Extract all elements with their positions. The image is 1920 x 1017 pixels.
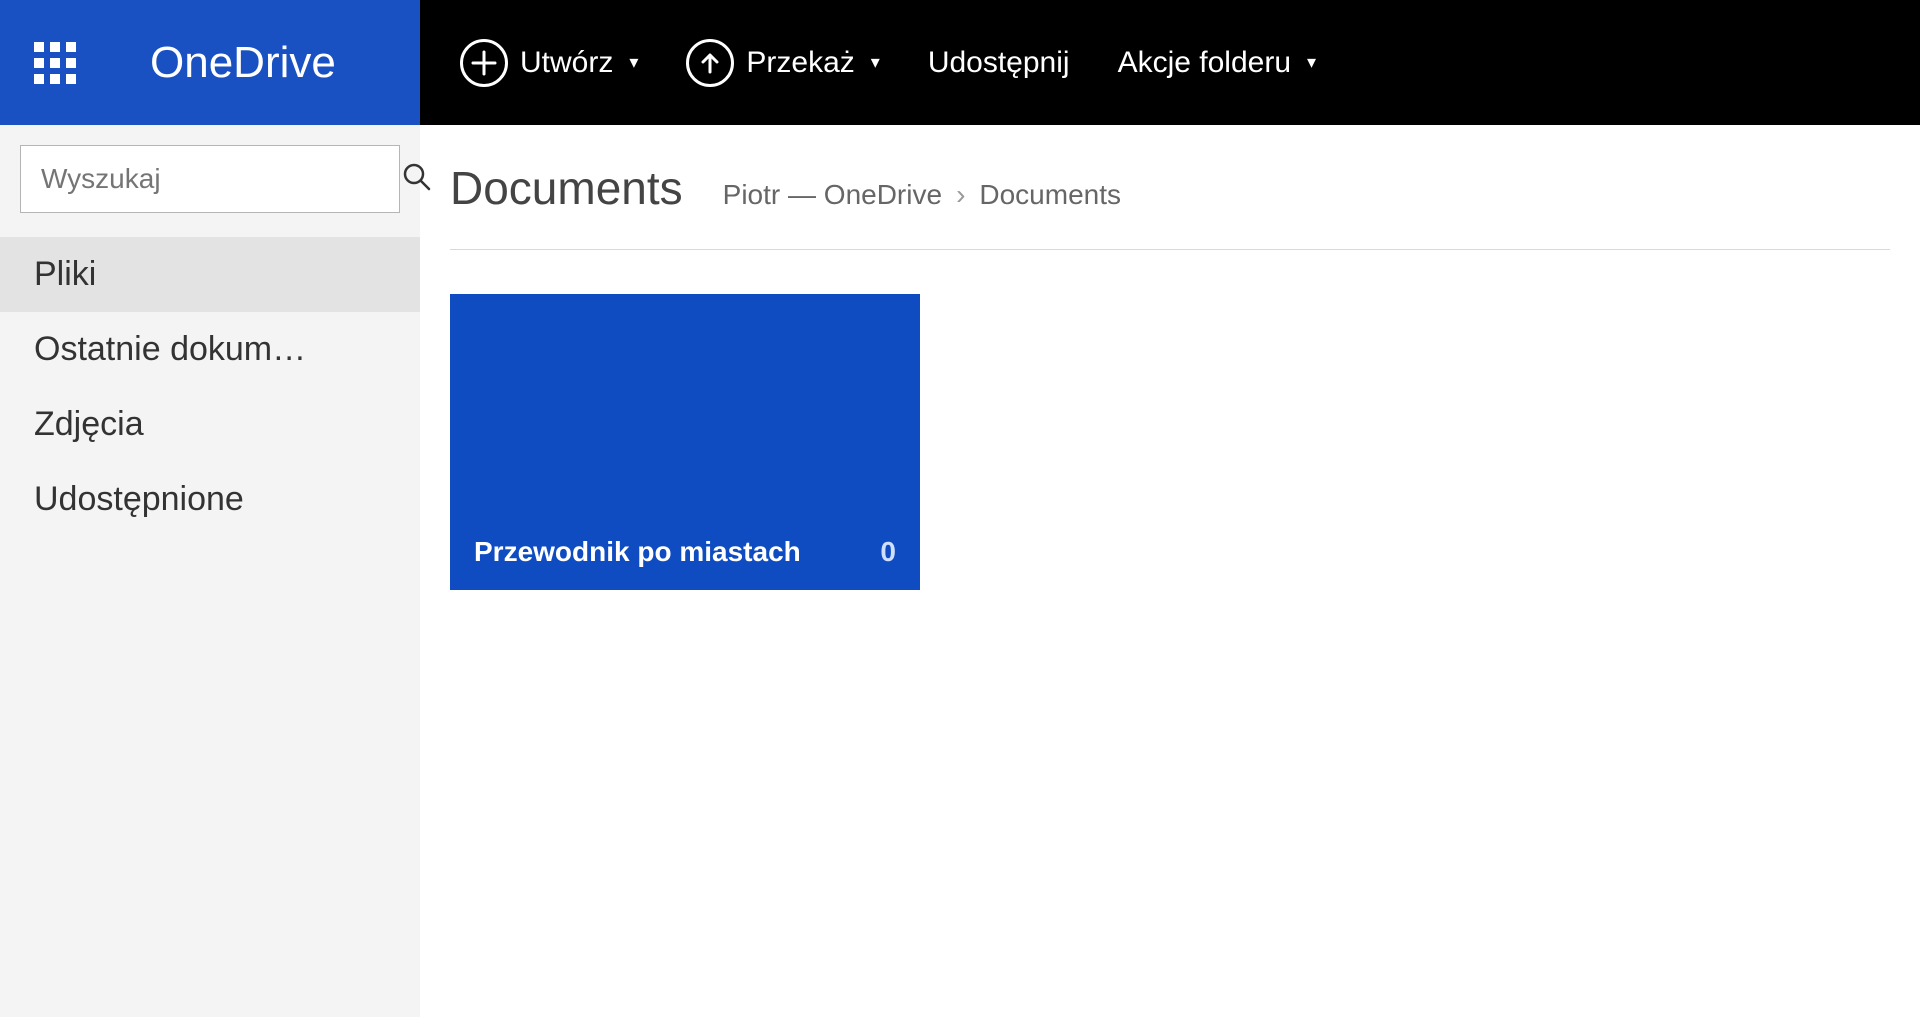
share-button[interactable]: Udostępnij [928,46,1070,80]
chevron-down-icon: ▾ [629,52,638,73]
plus-icon [460,39,508,87]
search-input[interactable] [41,163,402,195]
sidebar-item-files[interactable]: Pliki [0,237,420,312]
breadcrumb-current: Documents [979,179,1121,211]
sidebar: Pliki Ostatnie dokum… Zdjęcia Udostępnio… [0,125,420,1017]
app-title[interactable]: OneDrive [110,0,420,125]
share-label: Udostępnij [928,46,1070,80]
chevron-right-icon: › [956,179,965,211]
page-title: Documents [450,161,683,215]
sidebar-item-recent[interactable]: Ostatnie dokum… [0,312,420,387]
sidebar-item-photos[interactable]: Zdjęcia [0,387,420,462]
main-content: Documents Piotr — OneDrive › Documents P… [420,125,1920,1017]
create-button[interactable]: Utwórz ▾ [460,39,638,87]
folder-actions-label: Akcje folderu [1118,46,1291,80]
upload-button[interactable]: Przekaż ▾ [686,39,879,87]
create-label: Utwórz [520,46,613,80]
upload-label: Przekaż [746,46,854,80]
toolbar: Utwórz ▾ Przekaż ▾ Udostępnij Akcje fold… [420,0,1920,125]
chevron-down-icon: ▾ [871,52,880,73]
body: Pliki Ostatnie dokum… Zdjęcia Udostępnio… [0,125,1920,1017]
divider [450,249,1890,250]
sidebar-item-shared[interactable]: Udostępnione [0,462,420,537]
app-launcher-button[interactable] [0,0,110,125]
header-left: OneDrive [0,0,420,125]
header-bar: OneDrive Utwórz ▾ Przekaż ▾ Udostępnij A… [0,0,1920,125]
upload-icon [686,39,734,87]
title-row: Documents Piotr — OneDrive › Documents [450,161,1890,215]
breadcrumb: Piotr — OneDrive › Documents [723,179,1121,211]
folder-tile[interactable]: Przewodnik po miastach 0 [450,294,920,590]
sidebar-nav: Pliki Ostatnie dokum… Zdjęcia Udostępnio… [0,237,420,537]
chevron-down-icon: ▾ [1307,52,1316,73]
breadcrumb-root[interactable]: Piotr — OneDrive [723,179,942,211]
folder-tile-count: 0 [880,536,896,568]
folder-actions-button[interactable]: Akcje folderu ▾ [1118,46,1316,80]
waffle-icon [34,42,76,84]
folder-tile-name: Przewodnik po miastach [474,536,880,568]
search-box[interactable] [20,145,400,213]
